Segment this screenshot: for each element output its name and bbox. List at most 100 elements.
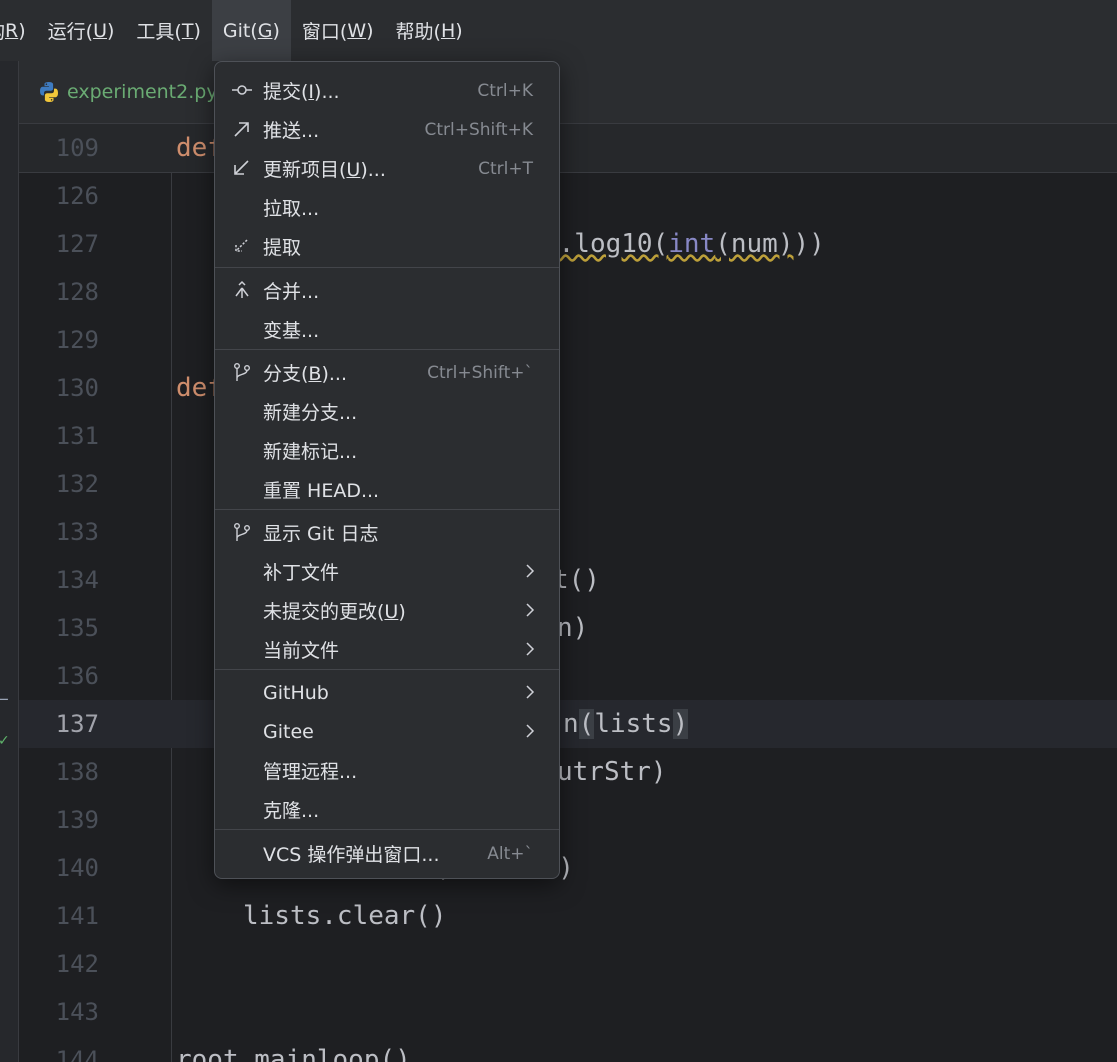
git-manage-remotes-item[interactable]: 管理远程... (215, 751, 559, 790)
menu-git[interactable]: Git(G) (211, 0, 291, 61)
git-current-file-item[interactable]: 当前文件 (215, 630, 559, 669)
git-uncommitted-changes-item[interactable]: 未提交的更改(U) (215, 591, 559, 630)
menu-window[interactable]: 窗口(W) (291, 0, 385, 61)
line-number: 143 (55, 998, 99, 1026)
git-commit-item[interactable]: 提交(I)... Ctrl+K (215, 71, 559, 110)
current-code-line[interactable]: 137 n(lists) (19, 700, 1117, 748)
line-number: 138 (55, 758, 99, 786)
shortcut: Ctrl+T (478, 158, 533, 179)
left-tool-strip: ⌐ ✓ (0, 61, 19, 1062)
menu-help[interactable]: 帮助(H) (385, 0, 474, 61)
git-update-project-item[interactable]: 更新项目(U)... Ctrl+T (215, 149, 559, 188)
git-push-item[interactable]: 推送... Ctrl+Shift+K (215, 110, 559, 149)
update-project-icon (232, 158, 252, 178)
editor-tab-bar: experiment2.py (19, 61, 1117, 124)
git-gitee-item[interactable]: Gitee (215, 712, 559, 751)
menu-separator (215, 349, 559, 350)
line-number: 141 (55, 902, 99, 930)
git-show-log-item[interactable]: 显示 Git 日志 (215, 513, 559, 552)
menu-run[interactable]: 运行(U) (37, 0, 126, 61)
git-clone-item[interactable]: 克隆... (215, 790, 559, 829)
code-line[interactable]: 127 n.log10(int(num))) (19, 220, 1117, 268)
line-number: 136 (55, 662, 99, 690)
code-line[interactable]: 128 (19, 268, 1117, 316)
git-merge-item[interactable]: 合并... (215, 271, 559, 310)
code-text: utrStr) (557, 757, 667, 787)
line-number: 142 (55, 950, 99, 978)
code-line[interactable]: 132 (19, 460, 1117, 508)
code-text: root.mainloop() (176, 1045, 411, 1062)
editor-tab[interactable]: experiment2.py (37, 61, 218, 123)
line-number: 127 (55, 230, 99, 258)
git-new-tag-item[interactable]: 新建标记... (215, 431, 559, 470)
git-reset-head-item[interactable]: 重置 HEAD... (215, 470, 559, 509)
code-line[interactable]: 142 (19, 940, 1117, 988)
git-fetch-item[interactable]: 提取 (215, 227, 559, 266)
line-number: 109 (55, 134, 99, 162)
line-number: 129 (55, 326, 99, 354)
git-rebase-item[interactable]: 变基... (215, 310, 559, 349)
code-text: t() (553, 565, 600, 595)
code-line[interactable]: 133 (19, 508, 1117, 556)
line-number: 134 (55, 566, 99, 594)
code-text: n.log10(int(num))) (543, 229, 825, 259)
sticky-header-line[interactable]: 109 def (19, 124, 1117, 173)
line-number: 133 (55, 518, 99, 546)
menu-tools[interactable]: 工具(T) (125, 0, 211, 61)
chevron-right-icon (526, 685, 535, 699)
shortcut: Ctrl+K (477, 80, 533, 101)
git-patch-item[interactable]: 补丁文件 (215, 552, 559, 591)
code-line[interactable]: 129 (19, 316, 1117, 364)
git-branches-item[interactable]: 分支(B)... Ctrl+Shift+` (215, 353, 559, 392)
code-line[interactable]: 138 utrStr) (19, 748, 1117, 796)
chevron-right-icon (526, 564, 535, 578)
chevron-right-icon (526, 642, 535, 656)
menu-bar: 构R) 运行(U) 工具(T) Git(G) 窗口(W) 帮助(H) (0, 0, 1117, 61)
tool-window-marker: ⌐ (0, 691, 10, 709)
check-icon: ✓ (0, 733, 10, 749)
git-new-branch-item[interactable]: 新建分支... (215, 392, 559, 431)
code-line[interactable]: 140( ueStr) (19, 844, 1117, 892)
code-text: n) (557, 613, 589, 643)
code-line[interactable]: 135 n) (19, 604, 1117, 652)
line-number: 139 (55, 806, 99, 834)
shortcut: Ctrl+Shift+K (424, 119, 533, 140)
commit-icon (232, 80, 252, 100)
line-number: 140 (55, 854, 99, 882)
fetch-icon (232, 236, 252, 256)
line-number: 130 (55, 374, 99, 402)
code-line[interactable]: 130 def (19, 364, 1117, 412)
git-menu-popup: 提交(I)... Ctrl+K 推送... Ctrl+Shift+K 更新项目(… (214, 61, 560, 879)
code-line[interactable]: 134 t() (19, 556, 1117, 604)
line-number: 128 (55, 278, 99, 306)
code-line[interactable]: 126 (19, 172, 1117, 220)
menu-build[interactable]: 构R) (0, 0, 37, 61)
code-text: n(lists) (563, 709, 689, 739)
push-icon (232, 119, 252, 139)
chevron-right-icon (526, 603, 535, 617)
code-line[interactable]: 144 root.mainloop() (19, 1036, 1117, 1062)
menu-separator (215, 267, 559, 268)
menu-separator (215, 509, 559, 510)
menu-separator (215, 669, 559, 670)
python-file-icon (40, 82, 58, 102)
shortcut: Alt+` (487, 843, 533, 864)
git-pull-item[interactable]: 拉取... (215, 188, 559, 227)
code-line[interactable]: 139 (19, 796, 1117, 844)
line-number: 144 (55, 1046, 99, 1062)
line-number: 137 (55, 710, 99, 738)
line-number: 131 (55, 422, 99, 450)
line-number: 126 (55, 182, 99, 210)
git-log-icon (232, 522, 252, 542)
code-line[interactable]: 131 (19, 412, 1117, 460)
git-github-item[interactable]: GitHub (215, 673, 559, 712)
code-editor[interactable]: 109 def 126 127 n.log10(int(num))) 128 12… (19, 124, 1117, 1062)
merge-icon (232, 280, 252, 300)
code-line[interactable]: 143 (19, 988, 1117, 1036)
code-line[interactable]: 136 (19, 652, 1117, 700)
tab-filename: experiment2.py (67, 81, 218, 103)
code-line[interactable]: 141 lists.clear() (19, 892, 1117, 940)
branch-icon (232, 362, 252, 382)
vcs-operations-popup-item[interactable]: VCS 操作弹出窗口... Alt+` (215, 834, 559, 873)
menu-separator (215, 829, 559, 830)
